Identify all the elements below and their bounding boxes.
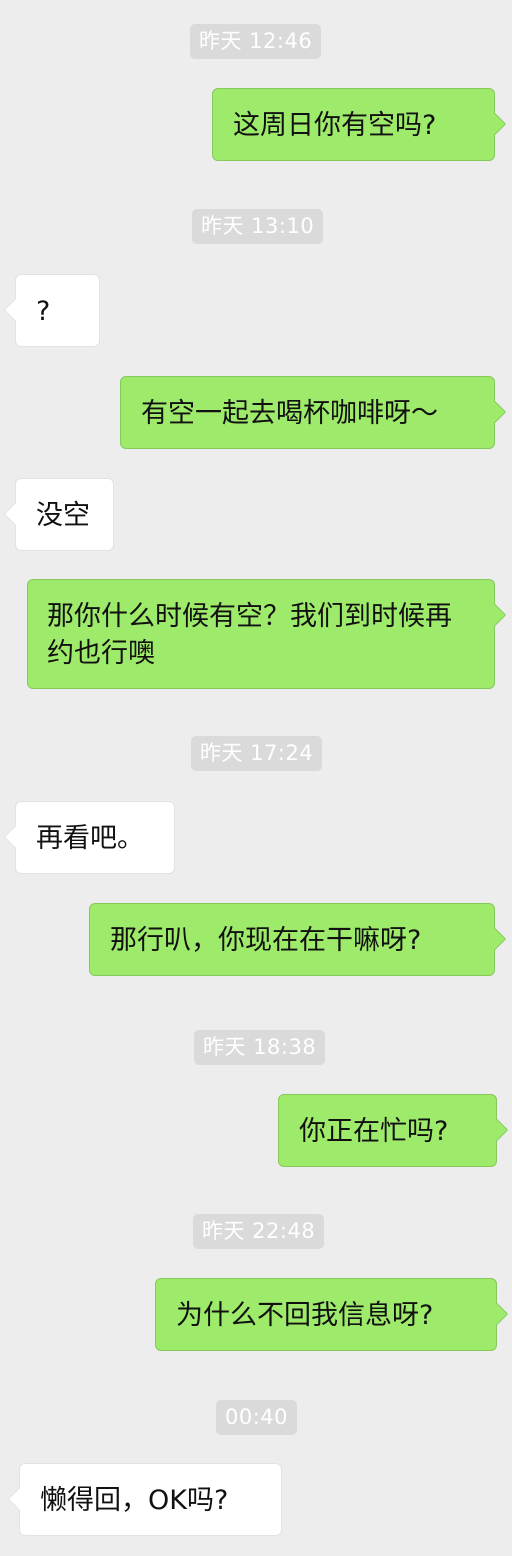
message-text: 懒得回，OK吗? xyxy=(40,1485,229,1516)
message-bubble-received[interactable]: ? xyxy=(15,274,100,347)
timestamp: 昨天 22:48 xyxy=(193,1214,325,1249)
message-text: 这周日你有空吗? xyxy=(233,110,437,141)
timestamp: 00:40 xyxy=(216,1400,298,1435)
message-text: 没空 xyxy=(36,500,90,531)
message-bubble-sent[interactable]: 你正在忙吗? xyxy=(278,1094,497,1167)
message-text: 那行叭，你现在在干嘛呀? xyxy=(110,925,422,956)
timestamp: 昨天 12:46 xyxy=(190,24,322,59)
timestamp: 昨天 18:38 xyxy=(194,1030,326,1065)
message-bubble-sent[interactable]: 为什么不回我信息呀? xyxy=(155,1278,497,1351)
message-text: 有空一起去喝杯咖啡呀～ xyxy=(141,398,438,429)
timestamp: 昨天 13:10 xyxy=(192,209,324,244)
message-bubble-sent[interactable]: 这周日你有空吗? xyxy=(212,88,495,161)
message-text: 再看吧。 xyxy=(36,823,144,854)
message-text: ? xyxy=(36,296,51,327)
message-bubble-received[interactable]: 没空 xyxy=(15,478,114,551)
timestamp: 昨天 17:24 xyxy=(191,736,323,771)
message-bubble-sent[interactable]: 有空一起去喝杯咖啡呀～ xyxy=(120,376,495,449)
message-bubble-sent[interactable]: 那你什么时候有空？我们到时候再约也行噢 xyxy=(27,579,495,689)
message-text: 那你什么时候有空？我们到时候再约也行噢 xyxy=(47,601,452,669)
message-text: 你正在忙吗? xyxy=(299,1116,449,1147)
message-bubble-sent[interactable]: 那行叭，你现在在干嘛呀? xyxy=(89,903,495,976)
message-bubble-received[interactable]: 再看吧。 xyxy=(15,801,175,874)
message-text: 为什么不回我信息呀? xyxy=(176,1300,434,1331)
message-bubble-received[interactable]: 懒得回，OK吗? xyxy=(19,1463,282,1536)
